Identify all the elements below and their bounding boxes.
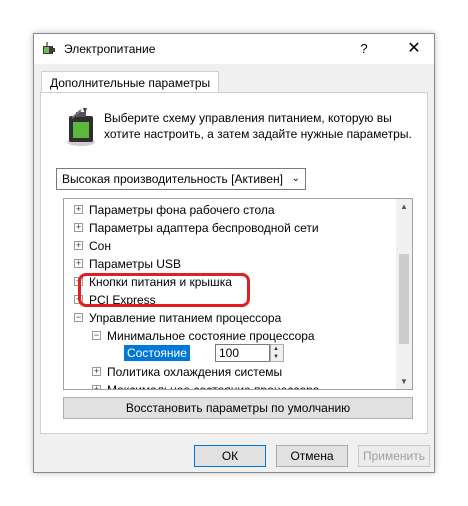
help-button[interactable]: ? [354,39,374,59]
spin-down-icon[interactable]: ▼ [273,354,279,360]
cancel-button[interactable]: Отмена [276,445,348,467]
power-options-icon [43,42,55,54]
close-button[interactable]: ✕ [404,39,424,59]
tree-item-label: Политика охлаждения системы [107,365,283,379]
expand-icon[interactable]: + [74,241,83,250]
apply-button[interactable]: Применить [358,445,430,467]
tree-item-label: Управление питанием процессора [89,311,282,325]
state-label: Состояние (%): [124,345,190,376]
spin-up-icon[interactable]: ▲ [273,346,279,352]
tree-item-label: Минимальное состояние процессора [107,329,315,343]
power-scheme-select[interactable]: Высокая производительность [Активен] ⌄ [56,168,306,190]
scroll-thumb[interactable] [399,254,409,344]
expand-icon[interactable]: + [92,385,101,389]
restore-defaults-button[interactable]: Восстановить параметры по умолчанию [63,397,413,419]
power-options-dialog: Электропитание ? ✕ Дополнительные параме… [33,33,435,473]
scroll-up-icon[interactable]: ▲ [400,202,408,211]
state-value-input[interactable]: 100 [215,344,270,362]
window-title: Электропитание [64,42,156,56]
expand-icon[interactable]: + [92,367,101,376]
description-text: Выберите схему управления питанием, кото… [104,111,412,141]
tree-item-label: Сон [89,239,111,253]
scroll-down-icon[interactable]: ▼ [400,377,408,386]
tab-advanced-settings[interactable]: Дополнительные параметры [41,71,220,94]
vertical-scrollbar[interactable]: ▲ ▼ [396,199,412,389]
settings-panel: Выберите схему управления питанием, кото… [40,92,428,434]
chevron-down-icon: ⌄ [291,173,300,184]
tree-item-label: Параметры адаптера беспроводной сети [89,221,319,235]
tree-item-label: Параметры USB [89,257,181,271]
expand-icon[interactable]: + [74,205,83,214]
tree-item-label: Параметры фона рабочего стола [89,203,275,217]
expand-icon[interactable]: + [74,223,83,232]
ok-button[interactable]: ОК [194,445,266,467]
tree-item-label: Максимальное состояние процессора [107,383,320,390]
power-scheme-value: Высокая производительность [Активен] [62,172,283,186]
collapse-icon[interactable]: − [92,331,101,340]
state-spinner[interactable]: ▲ ▼ [270,344,284,362]
battery-icon [67,108,95,146]
expand-icon[interactable]: + [74,259,83,268]
highlight-frame [78,273,250,307]
title-bar: Электропитание ? ✕ [34,34,434,64]
collapse-icon[interactable]: − [74,313,83,322]
